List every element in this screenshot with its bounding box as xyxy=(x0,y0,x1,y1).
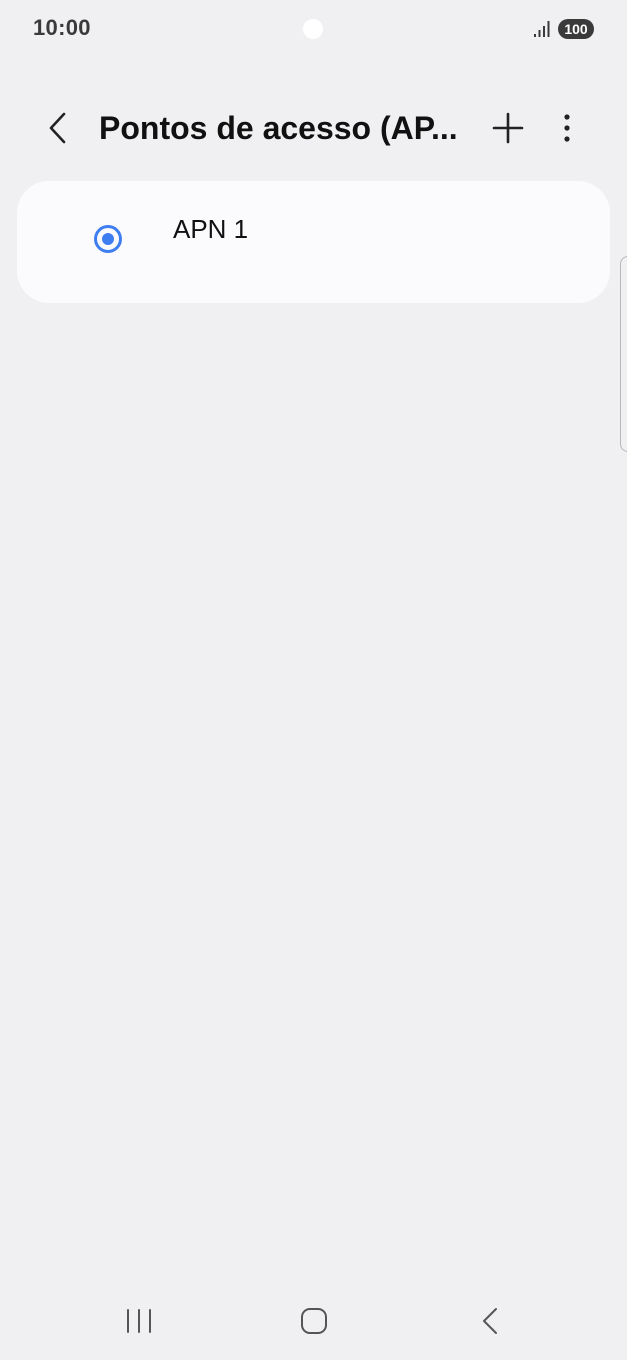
app-bar: Pontos de acesso (AP... xyxy=(0,100,627,158)
camera-cutout xyxy=(303,19,323,39)
back-button[interactable] xyxy=(36,108,80,152)
signal-bars-icon xyxy=(533,20,551,38)
apn-list-item[interactable]: APN 1 xyxy=(17,181,610,303)
back-icon xyxy=(480,1306,500,1341)
recents-icon xyxy=(125,1308,153,1339)
plus-icon xyxy=(491,111,525,150)
apn-radio-button[interactable] xyxy=(94,225,122,253)
more-options-button[interactable] xyxy=(545,108,589,152)
apn-list-card: APN 1 xyxy=(17,181,610,303)
edge-panel-handle[interactable] xyxy=(620,256,627,452)
chevron-left-icon xyxy=(47,111,69,150)
home-icon xyxy=(300,1307,328,1340)
add-apn-button[interactable] xyxy=(486,108,530,152)
more-vertical-icon xyxy=(563,113,571,148)
recents-button[interactable] xyxy=(114,1301,164,1345)
status-bar: 10:00 100 xyxy=(0,0,627,58)
status-time: 10:00 xyxy=(33,15,91,40)
home-button[interactable] xyxy=(289,1301,339,1345)
page-title: Pontos de acesso (AP... xyxy=(99,110,458,146)
apn-item-label: APN 1 xyxy=(173,214,249,244)
radio-selected-dot xyxy=(102,233,114,245)
battery-level: 100 xyxy=(558,19,594,39)
navigation-bar xyxy=(0,1290,627,1356)
system-back-button[interactable] xyxy=(465,1301,515,1345)
